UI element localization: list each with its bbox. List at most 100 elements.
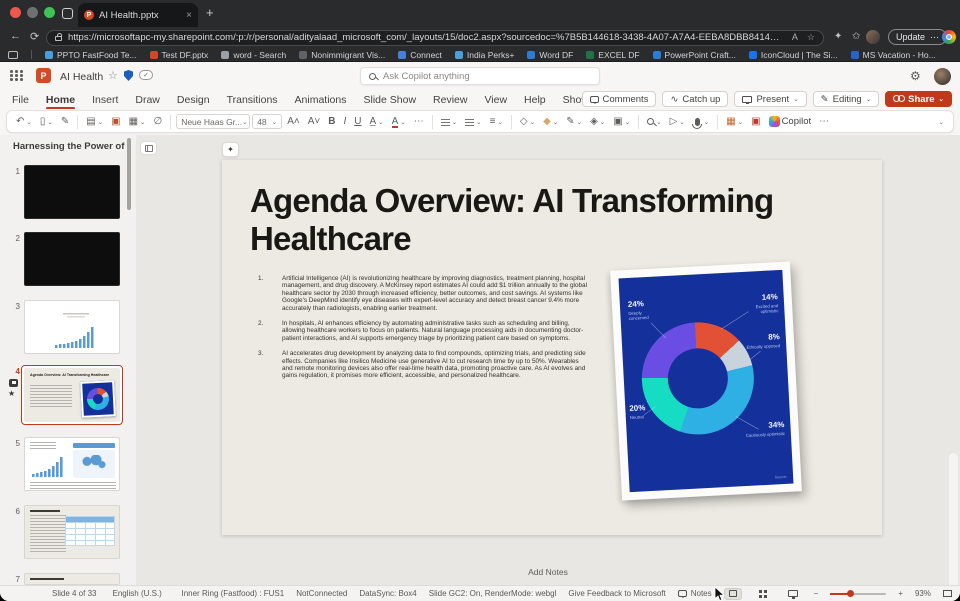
copilot-button[interactable]: Copilot — [766, 113, 815, 131]
window-minimize-button[interactable] — [27, 7, 38, 18]
document-title[interactable]: AI Health — [60, 71, 103, 83]
designer-button[interactable]: ▦⌄ — [723, 113, 746, 131]
shape-effects-button[interactable]: ◈⌄ — [587, 113, 608, 131]
arrange-button[interactable]: ▣⌄ — [610, 113, 633, 131]
editing-mode-button[interactable]: ✎Editing⌄ — [813, 91, 879, 107]
zoom-out-button[interactable]: − — [814, 589, 819, 598]
share-button[interactable]: Share⌄ — [885, 91, 952, 107]
slide-body-list[interactable]: 1. Artificial Intelligence (AI) is revol… — [258, 275, 588, 388]
menu-design[interactable]: Design — [177, 94, 210, 106]
window-zoom-button[interactable] — [44, 7, 55, 18]
shape-fill-button[interactable]: ◆⌄ — [540, 113, 561, 131]
collapse-thumbnails-button[interactable] — [140, 141, 157, 155]
bookmark-item[interactable]: PPTO FastFood Te... — [45, 50, 137, 60]
numbering-button[interactable]: ⌄ — [462, 113, 484, 131]
new-slide-button[interactable]: ▤⌄ — [83, 113, 106, 131]
align-button[interactable]: ≡⌄ — [487, 113, 506, 131]
highlight-button[interactable]: A̲⌄ — [366, 113, 386, 131]
favorite-star-icon[interactable]: ☆ — [108, 69, 118, 82]
slide-sorter-view-button[interactable] — [754, 588, 772, 600]
menu-home[interactable]: Home — [46, 94, 75, 106]
app-launcher-icon[interactable] — [10, 70, 24, 81]
more-ribbon-button[interactable]: ⋯ — [816, 113, 832, 131]
browser-menu-icon[interactable]: ⋯ — [930, 32, 939, 43]
slide-thumbnail-4-selected[interactable]: Agenda Overview: AI Transforming Healthc… — [24, 368, 120, 422]
reader-mode-icon[interactable]: A — [792, 32, 798, 43]
feedback-link[interactable]: Give Feedback to Microsoft — [568, 589, 665, 598]
comments-button[interactable]: Comments — [582, 91, 657, 107]
bookmark-item[interactable]: MS Vacation - Ho... — [851, 50, 936, 60]
menu-help[interactable]: Help — [524, 94, 546, 106]
bookmark-item[interactable]: India Perks+ — [455, 50, 515, 60]
powerpoint-logo[interactable]: P — [36, 68, 51, 83]
grow-font-button[interactable]: A˄ — [284, 113, 303, 131]
paste-button[interactable]: ▯⌄ — [37, 113, 56, 131]
slide-thumbnail-6[interactable] — [24, 505, 120, 559]
zoom-slider-knob[interactable] — [847, 590, 854, 597]
address-bar[interactable]: https://microsoftapc-my.sharepoint.com/:… — [46, 30, 824, 46]
save-status-icon[interactable]: ✓ — [139, 70, 153, 80]
new-tab-button[interactable]: + — [206, 5, 214, 20]
zoom-level[interactable]: 93% — [915, 589, 931, 598]
fit-to-window-icon[interactable] — [943, 590, 952, 597]
menu-review[interactable]: Review — [433, 94, 467, 106]
menu-draw[interactable]: Draw — [135, 94, 160, 106]
menu-slide-show[interactable]: Slide Show — [364, 94, 417, 106]
format-painter-button[interactable]: ✎ — [58, 113, 72, 131]
collapse-ribbon-button[interactable]: ⌄ — [936, 113, 947, 131]
bookmark-star-icon[interactable]: ☆ — [807, 32, 815, 43]
canvas-scrollbar[interactable] — [949, 453, 958, 601]
find-button[interactable]: ⌄ — [644, 113, 664, 131]
menu-file[interactable]: File — [12, 94, 29, 106]
shape-outline-button[interactable]: ✎⌄ — [563, 113, 585, 131]
reset-slide-button[interactable]: ▣ — [108, 113, 123, 131]
more-font-options-button[interactable]: ⋯ — [411, 113, 427, 131]
slide-thumbnail-7[interactable] — [24, 573, 120, 585]
zoom-slider[interactable] — [830, 593, 886, 595]
menu-transitions[interactable]: Transitions — [227, 94, 278, 106]
font-size-select[interactable]: 48⌄ — [252, 114, 282, 129]
settings-gear-icon[interactable]: ⚙ — [910, 69, 921, 83]
slide-thumbnail-2[interactable] — [24, 232, 120, 286]
hide-slide-button[interactable]: ∅ — [150, 113, 165, 131]
shrink-font-button[interactable]: A˅ — [305, 113, 324, 131]
menu-view[interactable]: View — [484, 94, 507, 106]
donut-chart-image[interactable]: 24% Deeply concerned 14% Excited and opt… — [610, 261, 802, 500]
underline-button[interactable]: U — [351, 113, 364, 131]
bookmark-item[interactable]: Connect — [398, 50, 442, 60]
slide-thumbnail-1[interactable] — [24, 165, 120, 219]
slide-thumbnail-3[interactable] — [24, 300, 120, 354]
browser-tab[interactable]: P AI Health.pptx × — [78, 3, 198, 27]
catch-up-button[interactable]: ∿Catch up — [662, 91, 728, 107]
laser-pointer-button[interactable]: ▷⌄ — [667, 113, 688, 131]
bookmark-item[interactable]: Nonimmigrant Vis... — [299, 50, 385, 60]
account-avatar[interactable] — [934, 68, 951, 85]
slide-counter[interactable]: Slide 4 of 33 — [52, 589, 96, 598]
bookmark-item[interactable]: Word DF — [527, 50, 573, 60]
language-indicator[interactable]: English (U.S.) — [112, 589, 161, 598]
designer-sparkle-button[interactable]: ✦ — [222, 142, 239, 157]
italic-button[interactable]: I — [340, 113, 349, 131]
menu-insert[interactable]: Insert — [92, 94, 118, 106]
lock-icon[interactable] — [55, 36, 62, 41]
browser-profile-avatar[interactable] — [866, 30, 880, 44]
protection-shield-icon[interactable] — [124, 70, 133, 81]
record-button[interactable]: ▣ — [748, 113, 763, 131]
browser-update-button[interactable]: Update ⋯ — [888, 29, 947, 45]
bookmark-item[interactable]: IconCloud | The Si... — [749, 50, 838, 60]
bold-button[interactable]: B — [325, 113, 338, 131]
notes-button[interactable]: Notes — [678, 589, 712, 598]
menu-animations[interactable]: Animations — [295, 94, 347, 106]
copilot-search-box[interactable]: Ask Copilot anything — [360, 67, 600, 85]
zoom-in-button[interactable]: + — [898, 589, 903, 598]
back-icon[interactable]: ← — [10, 30, 21, 42]
reload-icon[interactable]: ⟳ — [30, 30, 39, 43]
tab-overview-icon[interactable] — [62, 8, 73, 19]
thumbnail-scrollbar[interactable] — [127, 138, 131, 210]
slide-title[interactable]: Agenda Overview: AI Transforming Healthc… — [250, 182, 820, 258]
shapes-button[interactable]: ◇⌄ — [517, 113, 538, 131]
normal-view-button[interactable] — [724, 588, 742, 600]
extensions-icon[interactable]: ✩ — [852, 31, 860, 42]
comments-indicator-icon[interactable] — [9, 379, 18, 387]
bookmark-item[interactable]: word - Search — [221, 50, 286, 60]
